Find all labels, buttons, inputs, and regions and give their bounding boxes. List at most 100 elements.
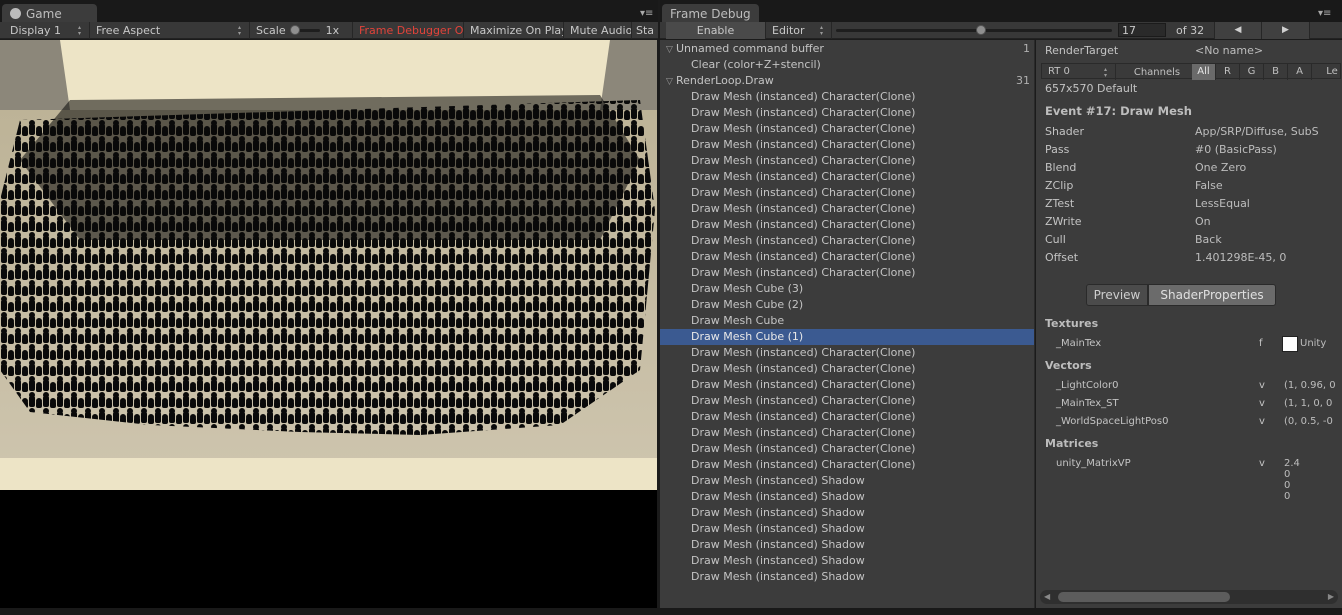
scale-slider-knob[interactable]: [289, 24, 300, 35]
scroll-right-arrow[interactable]: ▶: [1328, 592, 1334, 601]
event-row[interactable]: Draw Mesh (instanced) Character(Clone): [660, 137, 1034, 153]
editor-dropdown[interactable]: Editor: [766, 21, 832, 39]
event-row[interactable]: Draw Mesh (instanced) Shadow: [660, 537, 1034, 553]
vector-stage: v: [1259, 398, 1265, 409]
stats-toggle[interactable]: Sta: [632, 22, 658, 39]
event-row[interactable]: Draw Mesh (instanced) Shadow: [660, 553, 1034, 569]
channel-button[interactable]: R: [1216, 64, 1240, 80]
event-row[interactable]: Draw Mesh (instanced) Shadow: [660, 569, 1034, 585]
event-count: 31: [1016, 74, 1030, 87]
channel-button[interactable]: G: [1240, 64, 1264, 80]
event-row[interactable]: Draw Mesh (instanced) Character(Clone): [660, 169, 1034, 185]
event-label: Draw Mesh (instanced) Character(Clone): [691, 170, 916, 183]
event-row[interactable]: Draw Mesh (instanced) Character(Clone): [660, 425, 1034, 441]
event-row[interactable]: Clear (color+Z+stencil): [660, 57, 1034, 73]
event-row[interactable]: Draw Mesh (instanced) Character(Clone): [660, 217, 1034, 233]
texture-value: Unity: [1300, 338, 1327, 349]
rt-dropdown[interactable]: RT 0: [1042, 64, 1116, 80]
texture-swatch[interactable]: [1282, 336, 1298, 352]
display-dropdown[interactable]: Display 1: [0, 21, 90, 39]
triangle-right-icon: ▶: [1282, 25, 1289, 35]
event-slider[interactable]: [832, 22, 1118, 39]
event-list[interactable]: ▽ Unnamed command buffer 1 Clear (color+Z+s…: [660, 40, 1035, 608]
event-row[interactable]: Draw Mesh (instanced) Character(Clone): [660, 441, 1034, 457]
details-horizontal-scrollbar[interactable]: ◀ ▶: [1040, 590, 1338, 604]
frame-debugger-on-label[interactable]: Frame Debugger On: [353, 21, 464, 39]
channel-button[interactable]: All: [1192, 64, 1216, 80]
triangle-left-icon: ◀: [1234, 25, 1242, 35]
event-row[interactable]: Draw Mesh Cube (1): [660, 329, 1034, 345]
vector-stage: v: [1259, 380, 1265, 391]
event-label: Draw Mesh (instanced) Character(Clone): [691, 266, 916, 279]
aspect-dropdown[interactable]: Free Aspect: [90, 21, 250, 39]
game-tab-menu-icon[interactable]: ▾≡: [640, 8, 653, 19]
event-label: Draw Mesh (instanced) Character(Clone): [691, 90, 916, 103]
event-label: Draw Mesh (instanced) Shadow: [691, 554, 865, 567]
shader-properties-tab-button[interactable]: ShaderProperties: [1148, 284, 1276, 306]
event-slider-knob[interactable]: [976, 24, 987, 35]
event-label: RenderLoop.Draw: [676, 74, 774, 87]
event-row[interactable]: Draw Mesh (instanced) Character(Clone): [660, 233, 1034, 249]
property-value: 1.401298E-45, 0: [1195, 251, 1287, 264]
event-row[interactable]: Draw Mesh (instanced) Character(Clone): [660, 249, 1034, 265]
event-row[interactable]: Draw Mesh (instanced) Character(Clone): [660, 393, 1034, 409]
event-row[interactable]: Draw Mesh (instanced) Shadow: [660, 521, 1034, 537]
event-row[interactable]: Draw Mesh (instanced) Character(Clone): [660, 121, 1034, 137]
game-view[interactable]: [0, 40, 657, 608]
property-value: On: [1195, 215, 1211, 228]
event-row[interactable]: Draw Mesh Cube (3): [660, 281, 1034, 297]
next-event-button[interactable]: ▶: [1262, 21, 1310, 39]
rt-controls: RT 0 Channels AllRGBA Le: [1041, 63, 1342, 80]
preview-tab-button[interactable]: Preview: [1086, 284, 1148, 306]
expand-triangle-icon[interactable]: ▽: [666, 74, 676, 90]
event-row[interactable]: Draw Mesh (instanced) Character(Clone): [660, 345, 1034, 361]
event-label: Draw Mesh (instanced) Shadow: [691, 490, 865, 503]
vector-value: (0, 0.5, -0: [1284, 416, 1333, 427]
scrollbar-thumb[interactable]: [1058, 592, 1230, 602]
event-index-field[interactable]: 17: [1118, 23, 1166, 37]
property-value: Back: [1195, 233, 1222, 246]
event-label: Draw Mesh (instanced) Character(Clone): [691, 122, 916, 135]
event-label: Draw Mesh (instanced) Character(Clone): [691, 154, 916, 167]
scroll-left-arrow[interactable]: ◀: [1044, 592, 1050, 601]
scale-slider[interactable]: [289, 24, 320, 35]
event-row[interactable]: Draw Mesh Cube (2): [660, 297, 1034, 313]
event-label: Draw Mesh (instanced) Character(Clone): [691, 250, 916, 263]
previous-event-button[interactable]: ◀: [1214, 21, 1262, 39]
channel-button[interactable]: B: [1264, 64, 1288, 80]
event-group-row[interactable]: ▽ Unnamed command buffer 1: [660, 41, 1034, 57]
vector-value: (1, 0.96, 0: [1284, 380, 1336, 391]
property-key: Shader: [1045, 125, 1084, 138]
event-row[interactable]: Draw Mesh (instanced) Character(Clone): [660, 409, 1034, 425]
property-value: One Zero: [1195, 161, 1247, 174]
event-row[interactable]: Draw Mesh (instanced) Character(Clone): [660, 185, 1034, 201]
event-row[interactable]: Draw Mesh (instanced) Character(Clone): [660, 377, 1034, 393]
event-row[interactable]: Draw Mesh (instanced) Character(Clone): [660, 201, 1034, 217]
event-details: RenderTarget <No name> RT 0 Channels All…: [1036, 40, 1342, 608]
event-row[interactable]: Draw Mesh (instanced) Shadow: [660, 489, 1034, 505]
event-row[interactable]: Draw Mesh (instanced) Shadow: [660, 473, 1034, 489]
event-slider-track[interactable]: [836, 28, 1112, 32]
event-row[interactable]: Draw Mesh (instanced) Shadow: [660, 505, 1034, 521]
frame-debug-tab-menu-icon[interactable]: ▾≡: [1318, 8, 1331, 19]
event-label: Clear (color+Z+stencil): [691, 58, 821, 71]
maximize-on-play-toggle[interactable]: Maximize On Play: [464, 21, 564, 39]
game-tab[interactable]: Game: [2, 4, 97, 22]
event-row[interactable]: Draw Mesh (instanced) Character(Clone): [660, 361, 1034, 377]
event-label: Draw Mesh Cube (3): [691, 282, 804, 295]
event-row[interactable]: Draw Mesh (instanced) Character(Clone): [660, 265, 1034, 281]
mute-audio-toggle[interactable]: Mute Audio: [564, 21, 632, 39]
event-group-row[interactable]: ▽ RenderLoop.Draw 31: [660, 73, 1034, 89]
event-row[interactable]: Draw Mesh (instanced) Character(Clone): [660, 105, 1034, 121]
event-row[interactable]: Draw Mesh (instanced) Character(Clone): [660, 457, 1034, 473]
event-row[interactable]: Draw Mesh (instanced) Character(Clone): [660, 89, 1034, 105]
vector-name: _MainTex_ST: [1056, 398, 1119, 409]
resolution-label: 657x570 Default: [1045, 82, 1138, 95]
levels-button[interactable]: Le: [1322, 64, 1342, 80]
expand-triangle-icon[interactable]: ▽: [666, 42, 676, 58]
frame-debug-tab[interactable]: Frame Debug: [662, 4, 759, 22]
enable-button[interactable]: Enable: [666, 21, 766, 39]
channel-button[interactable]: A: [1288, 64, 1312, 80]
event-row[interactable]: Draw Mesh Cube: [660, 313, 1034, 329]
event-row[interactable]: Draw Mesh (instanced) Character(Clone): [660, 153, 1034, 169]
